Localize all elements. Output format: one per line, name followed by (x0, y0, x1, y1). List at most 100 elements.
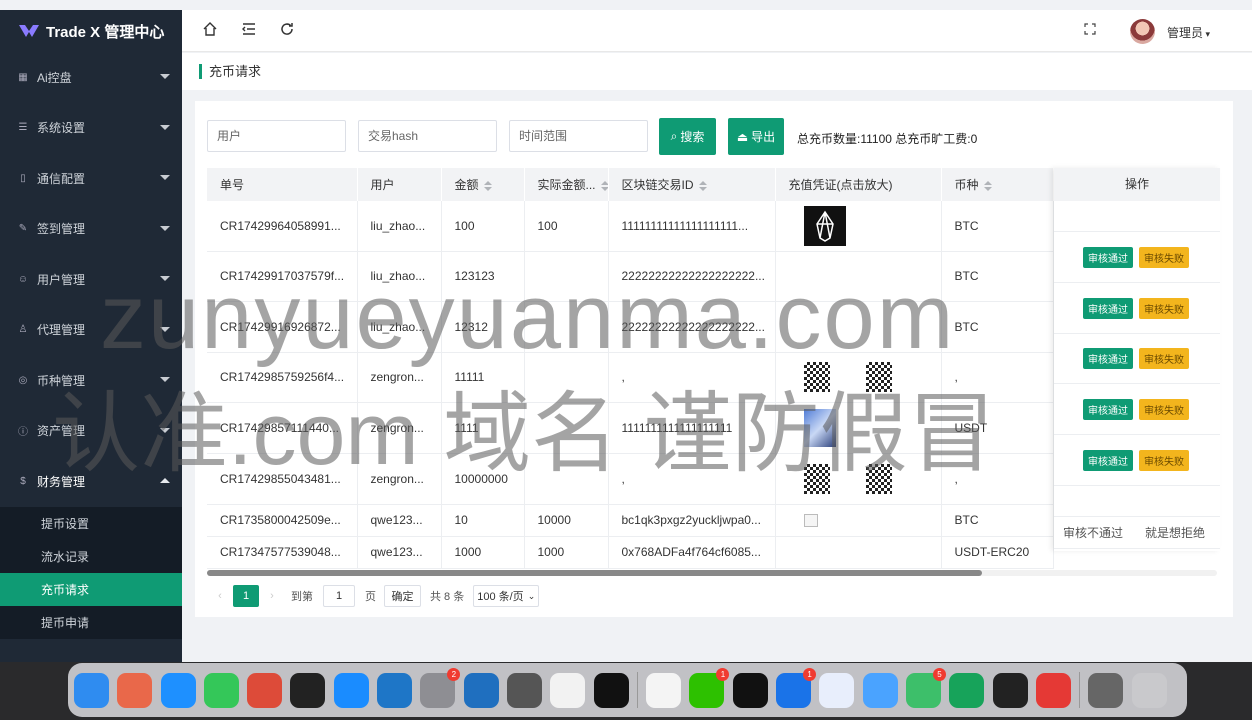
cell-proof[interactable] (775, 301, 942, 353)
cell-proof[interactable] (775, 453, 942, 505)
proof-image-qr[interactable] (803, 362, 830, 392)
proof-image-qr[interactable] (865, 463, 892, 494)
sidebar-item-3[interactable]: ✎ 签到管理 (0, 204, 182, 255)
sidebar-item-1[interactable]: ☰ 系统设置 (0, 103, 182, 154)
proof-image-qr[interactable] (865, 362, 892, 392)
trash-icon[interactable] (1131, 672, 1167, 708)
cell-amount: 12312 (441, 301, 525, 353)
cell-proof[interactable] (775, 251, 942, 302)
column-header-2[interactable]: 金额 (441, 168, 525, 201)
approve-button[interactable]: 审核通过 (1083, 246, 1133, 268)
home-icon[interactable] (200, 21, 220, 41)
refresh-icon[interactable] (277, 21, 297, 41)
submenu-item-3[interactable]: 提币申请 (0, 606, 182, 639)
avatar[interactable] (1130, 19, 1155, 44)
chevron-icon (160, 276, 170, 281)
app-logo[interactable]: Trade X 管理中心 (0, 10, 182, 52)
sidebar-item-8[interactable]: $ 财务管理 (0, 456, 182, 507)
launchpad-icon[interactable] (117, 672, 153, 708)
horizontal-scrollbar[interactable] (207, 570, 1217, 576)
tags-bar: 充币请求 (182, 53, 1252, 90)
cell-proof[interactable] (775, 504, 942, 537)
vscode-icon[interactable] (463, 672, 499, 708)
user-menu[interactable]: 管理员 ▾ (1167, 24, 1210, 41)
prev-page-icon[interactable]: ‹ (207, 585, 233, 607)
appstore-icon[interactable] (333, 672, 369, 708)
cell-txid: 1111111111111111111 (608, 402, 776, 454)
deposit-table: 单号 用户 金额 实际金额... 区块链交易ID 充值凭证(点击放大) 币种 CR17429… (207, 168, 1054, 569)
settings-icon[interactable]: 2 (420, 667, 461, 708)
approve-button[interactable]: 审核通过 (1083, 297, 1133, 319)
chatgpt-icon[interactable] (550, 672, 586, 708)
hash-search-input[interactable]: 交易hash (358, 120, 497, 152)
sidebar-item-6[interactable]: ◎ 币种管理 (0, 355, 182, 406)
search-button[interactable]: ⌕ 搜索 (659, 118, 716, 155)
goto-page-input[interactable]: 1 (323, 585, 355, 607)
proof-image-eos-logo[interactable] (803, 205, 846, 246)
maps-icon[interactable] (862, 672, 898, 708)
export-button[interactable]: ⏏ 导出 (728, 118, 784, 155)
time-range-picker[interactable]: 时间范围 (509, 120, 648, 152)
table-row: CR1735800042509e... qwe123... 10 10000 bc1qk… (207, 504, 1054, 537)
iphone-mirroring-icon[interactable] (506, 672, 542, 708)
chrome-icon[interactable] (247, 672, 283, 708)
submenu-item-1[interactable]: 流水记录 (0, 540, 182, 573)
column-header-6[interactable]: 币种 (941, 168, 1054, 201)
fullscreen-icon[interactable] (1080, 21, 1100, 41)
cell-user: liu_zhao... (357, 251, 442, 302)
user-search-input[interactable]: 用户 (207, 120, 346, 152)
cell-user: liu_zhao... (357, 301, 442, 353)
sidebar-item-0[interactable]: ▦ Ai控盘 (0, 52, 182, 103)
phone-mirror-icon[interactable] (1088, 672, 1124, 708)
rocket-icon[interactable] (819, 672, 855, 708)
textedit-icon[interactable] (646, 672, 682, 708)
messages-icon[interactable] (203, 672, 239, 708)
finder-icon[interactable] (74, 672, 109, 708)
box-icon[interactable] (992, 672, 1028, 708)
terminal-icon[interactable] (290, 672, 326, 708)
page-number-current[interactable]: 1 (233, 585, 259, 607)
excel-icon[interactable] (949, 672, 985, 708)
cell-proof[interactable] (775, 352, 942, 403)
page-size-select[interactable]: 100 条/页 ⌄ (473, 585, 540, 607)
wps-icon[interactable] (1035, 672, 1071, 708)
column-header-3[interactable]: 实际金额... (524, 168, 609, 201)
cell-amount: 1111 (441, 402, 525, 454)
cell-coin: USDT-ERC20 (941, 536, 1054, 569)
goto-confirm-button[interactable]: 确定 (384, 585, 421, 607)
intellij-icon[interactable] (593, 672, 629, 708)
chat-bubble-icon[interactable]: 5 (905, 667, 946, 708)
table-row: CR174298571114​40... zengron... 1111 111111… (207, 402, 1054, 454)
reject-button[interactable]: 审核失败 (1139, 297, 1189, 319)
finance-submenu: 提币设置 流水记录 充币请求 提币申请 (0, 506, 182, 639)
approve-button[interactable]: 审核通过 (1083, 398, 1133, 420)
cell-proof[interactable] (775, 536, 942, 569)
safari-icon[interactable] (160, 672, 196, 708)
submenu-item-2[interactable]: 充币请求 (0, 572, 182, 606)
edge-icon[interactable] (377, 672, 413, 708)
proof-image-qr[interactable] (803, 463, 830, 494)
proof-image-photo[interactable] (803, 408, 836, 447)
actions-row: 审核通过 审核失败 (1054, 283, 1220, 334)
column-header-4[interactable]: 区块链交易ID (608, 168, 776, 201)
mail-app-icon[interactable]: 1 (776, 667, 817, 708)
music-app-icon[interactable] (732, 672, 768, 708)
reject-button[interactable]: 审核失败 (1139, 348, 1189, 369)
wechat-icon[interactable]: 1 (689, 667, 730, 708)
sidebar-item-7[interactable]: ⓘ 资产管理 (0, 406, 182, 457)
scrollbar-thumb[interactable] (207, 570, 982, 576)
reject-button[interactable]: 审核失败 (1139, 246, 1189, 268)
sidebar-item-5[interactable]: ♙ 代理管理 (0, 305, 182, 356)
approve-button[interactable]: 审核通过 (1083, 348, 1133, 369)
broken-image-icon[interactable] (803, 514, 818, 528)
sidebar-item-4[interactable]: ☺ 用户管理 (0, 254, 182, 305)
cell-proof[interactable] (775, 402, 942, 454)
next-page-icon[interactable]: › (259, 585, 285, 607)
submenu-item-0[interactable]: 提币设置 (0, 507, 182, 540)
approve-button[interactable]: 审核通过 (1083, 449, 1133, 471)
reject-button[interactable]: 审核失败 (1139, 449, 1189, 471)
collapse-menu-icon[interactable] (239, 21, 259, 41)
cell-proof[interactable] (775, 201, 942, 252)
reject-button[interactable]: 审核失败 (1139, 398, 1189, 420)
sidebar-item-2[interactable]: ▯ 通信配置 (0, 153, 182, 204)
